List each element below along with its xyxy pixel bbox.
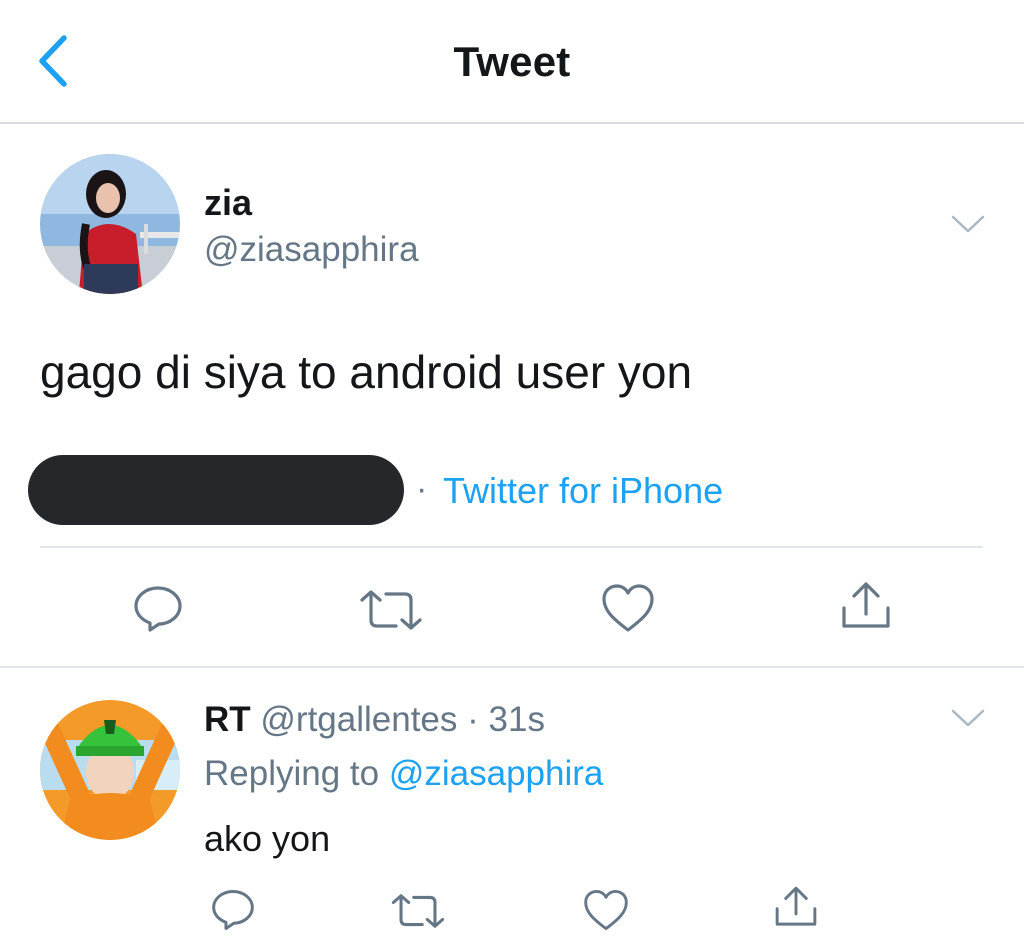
share-button[interactable] [838, 580, 894, 637]
reply-icon [212, 890, 254, 930]
reply-retweet-button[interactable] [390, 892, 446, 935]
chevron-down-icon [951, 215, 985, 233]
like-icon [602, 584, 654, 632]
meta-separator: · [416, 470, 428, 508]
chevron-down-icon [951, 709, 985, 727]
reply-header: RT @rtgallentes · 31s [204, 700, 545, 740]
replying-to-mention[interactable]: @ziasapphira [389, 754, 604, 793]
reply-icon [134, 586, 182, 632]
reply-reply-button[interactable] [210, 888, 256, 937]
author-handle[interactable]: @ziasapphira [204, 230, 419, 270]
replying-to-line: Replying to @ziasapphira [204, 754, 603, 794]
reply-author-avatar[interactable] [40, 700, 180, 840]
author-avatar[interactable] [40, 154, 180, 294]
retweet-button[interactable] [358, 588, 424, 637]
tweet-options-button[interactable] [950, 212, 986, 236]
like-icon [584, 889, 628, 931]
reply-like-button[interactable] [582, 888, 630, 937]
retweet-icon [360, 590, 422, 630]
section-divider [0, 666, 1024, 668]
share-icon [842, 582, 890, 628]
like-button[interactable] [600, 582, 656, 639]
author-name[interactable]: zia [204, 182, 252, 224]
reply-button[interactable] [132, 584, 184, 639]
page-title: Tweet [453, 38, 571, 85]
reply-options-button[interactable] [950, 706, 986, 730]
replying-prefix: Replying to [204, 754, 380, 793]
tweet-text: gago di siya to android user yon [40, 346, 693, 398]
redacted-timestamp [28, 455, 404, 525]
retweet-icon [391, 894, 445, 928]
share-icon [775, 886, 817, 926]
reply-share-button[interactable] [772, 884, 820, 935]
reply-text: ako yon [204, 818, 331, 859]
nav-bar: Tweet [0, 0, 1024, 124]
tweet-source-link[interactable]: Twitter for iPhone [443, 470, 723, 512]
divider [40, 546, 983, 548]
reply-author-handle[interactable]: @rtgallentes [260, 700, 457, 739]
reply-timestamp: · 31s [467, 700, 545, 739]
reply-author-name[interactable]: RT [204, 700, 251, 739]
